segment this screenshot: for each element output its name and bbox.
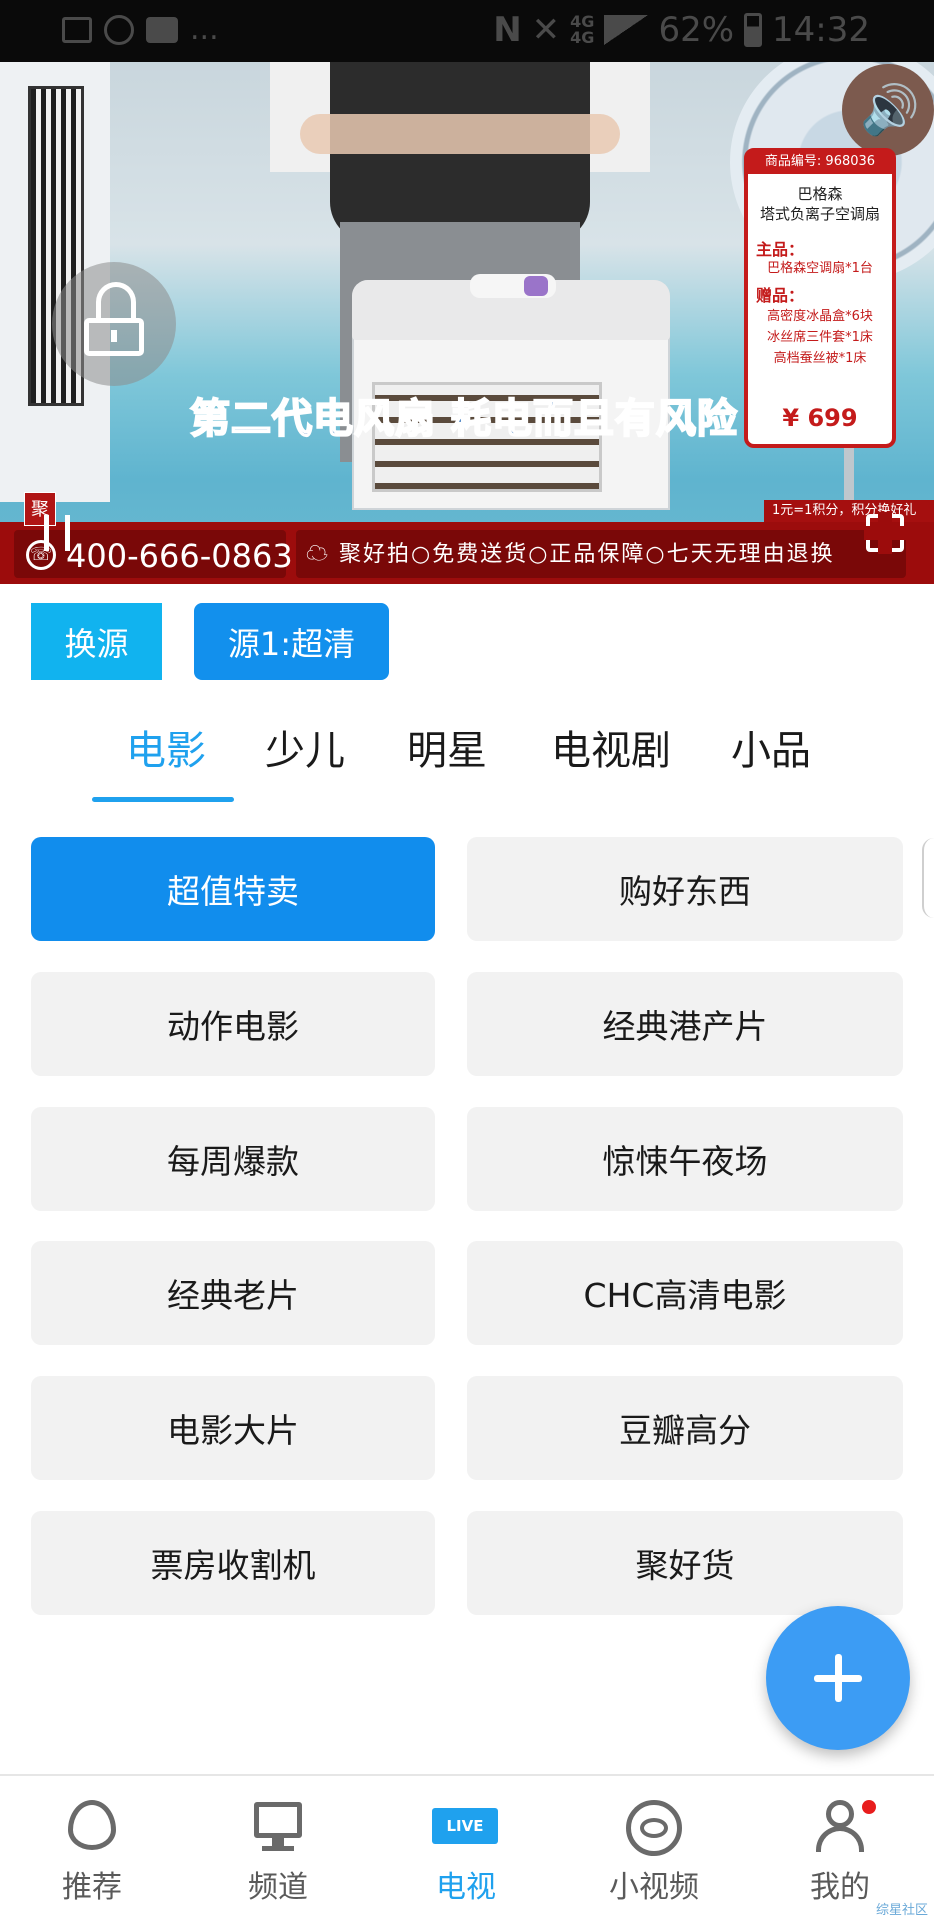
nav-label: 电视: [436, 1870, 496, 1905]
flame-icon: [68, 1800, 116, 1850]
channel-item[interactable]: 聚好货: [467, 1511, 903, 1615]
tab-sketches[interactable]: 小品: [731, 718, 811, 776]
product-main-label: 主品：: [756, 240, 805, 259]
network-type-bottom: 4G: [570, 28, 595, 47]
eye-icon-pupil: [640, 1818, 668, 1838]
channel-item[interactable]: 票房收割机: [31, 1511, 435, 1615]
status-time: 14:32: [772, 10, 870, 50]
video-scene-remote-button: [524, 276, 548, 296]
nav-item-channels[interactable]: 频道: [198, 1774, 358, 1920]
channel-item[interactable]: 豆瓣高分: [467, 1376, 903, 1480]
tab-tv-series[interactable]: 电视剧: [551, 718, 671, 776]
fullscreen-icon[interactable]: [864, 512, 906, 554]
mute-icon: ✕: [531, 10, 561, 50]
status-ellipsis: ...: [190, 12, 219, 47]
plus-icon-vertical: [835, 1654, 842, 1702]
channel-item-selected[interactable]: 超值特卖: [31, 837, 435, 941]
status-bar: ... N ✕ 4G 4G 62% 14:32: [0, 0, 934, 62]
channel-item[interactable]: 惊悚午夜场: [467, 1107, 903, 1211]
watermark: 综星社区: [875, 1903, 928, 1918]
signal-icon: [604, 15, 649, 45]
promo-slogan: ☁ 聚好拍○免费送货○正品保障○七天无理由退换: [306, 538, 835, 572]
promo-slogan-text: 聚好拍○免费送货○正品保障○七天无理由退换: [339, 542, 835, 567]
unlock-icon-keyhole: [111, 330, 117, 342]
image-icon: [62, 16, 92, 43]
status-left-icons: ...: [62, 12, 219, 47]
channel-item[interactable]: 电影大片: [31, 1376, 435, 1480]
user-icon-body: [816, 1826, 864, 1852]
channel-item[interactable]: 动作电影: [31, 972, 435, 1076]
channel-item[interactable]: CHC高清电影: [467, 1241, 903, 1345]
message-icon: [146, 16, 178, 43]
status-right-icons: N ✕ 4G 4G 62% 14:32: [493, 10, 870, 50]
product-brand: 巴格森: [797, 185, 843, 203]
product-gift-item: 冰丝席三件套*1床: [767, 330, 873, 345]
product-price: ¥ 699: [782, 404, 858, 432]
tab-kids[interactable]: 少儿: [265, 718, 345, 776]
product-info-card: 商品编号: 968036 巴格森 塔式负离子空调扇 主品： 巴格森空调扇*1台 …: [744, 148, 896, 448]
product-code: 商品编号: 968036: [748, 152, 892, 174]
channel-item[interactable]: 经典港产片: [467, 972, 903, 1076]
cloud-icon: ☁: [306, 542, 339, 567]
nav-label: 推荐: [62, 1870, 122, 1905]
sync-icon: [104, 14, 134, 45]
product-gift-item: 高密度冰晶盒*6块: [767, 309, 873, 324]
user-icon: [826, 1800, 854, 1828]
nav-item-recommend[interactable]: 推荐: [12, 1774, 172, 1920]
product-gift-label: 赠品：: [756, 286, 805, 305]
battery-icon: [744, 13, 763, 47]
pause-icon[interactable]: [44, 515, 70, 551]
nfc-icon: N: [493, 10, 522, 50]
product-name: 塔式负离子空调扇: [759, 205, 880, 223]
tab-movies[interactable]: 电影: [126, 718, 206, 776]
live-icon: LIVE: [432, 1808, 498, 1844]
monitor-icon: [254, 1802, 302, 1838]
edge-handle[interactable]: [922, 838, 934, 918]
product-gift-item: 高档蚕丝被*1床: [773, 351, 867, 366]
video-caption: 第二代电风扇 耗电而且有风险: [189, 395, 738, 443]
nav-label: 小视频: [609, 1870, 699, 1905]
switch-source-button[interactable]: 换源: [31, 603, 162, 680]
volume-icon: 🔊: [860, 82, 920, 138]
product-main-item: 巴格森空调扇*1台: [767, 261, 873, 276]
channel-item[interactable]: 每周爆款: [31, 1107, 435, 1211]
current-source-button[interactable]: 源1:超清: [194, 603, 389, 680]
monitor-icon-base: [262, 1846, 294, 1851]
channel-item[interactable]: 经典老片: [31, 1241, 435, 1345]
active-tab-indicator: [92, 797, 234, 802]
points-note: 1元=1积分，积分换好礼: [764, 500, 934, 522]
network-type: 4G 4G: [570, 14, 594, 46]
video-scene-hands: [300, 114, 620, 154]
battery-percent: 62%: [658, 10, 735, 50]
channel-item[interactable]: 购好东西: [467, 837, 903, 941]
nav-item-tv[interactable]: LIVE 电视: [386, 1774, 546, 1920]
nav-item-short-video[interactable]: 小视频: [574, 1774, 734, 1920]
hotline-number: 400-666-0863: [66, 537, 293, 575]
category-tabs: 电影 少儿 明星 电视剧 小品: [0, 700, 934, 810]
nav-label: 频道: [248, 1870, 308, 1905]
notification-dot: [862, 1800, 876, 1814]
tab-stars[interactable]: 明星: [407, 718, 487, 776]
unlock-icon: [96, 282, 136, 322]
